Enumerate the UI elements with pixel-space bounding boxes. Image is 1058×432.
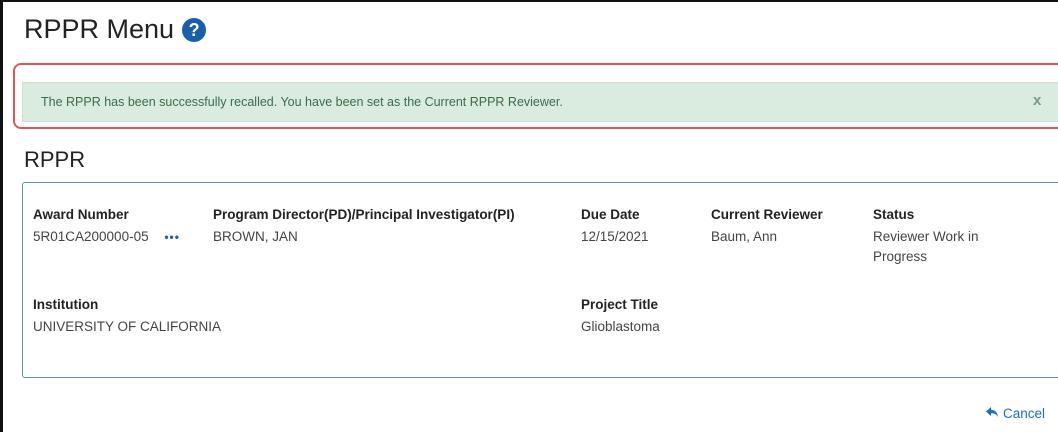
status-field: Status Reviewer Work in Progress — [873, 207, 1023, 267]
award-number-label: Award Number — [33, 207, 129, 222]
current-reviewer-field: Current Reviewer Baum, Ann — [711, 207, 823, 247]
project-title-label: Project Title — [581, 297, 659, 312]
pd-pi-field: Program Director(PD)/Principal Investiga… — [213, 207, 515, 247]
pd-pi-label: Program Director(PD)/Principal Investiga… — [213, 207, 515, 222]
due-date-field: Due Date 12/15/2021 — [581, 207, 649, 247]
due-date-value: 12/15/2021 — [581, 229, 649, 244]
pd-pi-value: BROWN, JAN — [213, 229, 298, 244]
page-title: RPPR Menu ? — [24, 14, 207, 45]
due-date-label: Due Date — [581, 207, 640, 222]
frame-top-border — [0, 0, 1058, 2]
project-title-field: Project Title Glioblastoma — [581, 297, 660, 337]
status-label: Status — [873, 207, 915, 222]
page-title-text: RPPR Menu — [24, 14, 175, 44]
current-reviewer-label: Current Reviewer — [711, 207, 823, 222]
help-icon[interactable]: ? — [182, 17, 207, 42]
cancel-link[interactable]: Cancel — [985, 405, 1045, 421]
status-value: Reviewer Work in Progress — [873, 229, 979, 264]
more-options-icon[interactable]: ••• — [164, 227, 180, 247]
project-title-value: Glioblastoma — [581, 319, 660, 334]
institution-value: UNIVERSITY OF CALIFORNIA — [33, 319, 222, 334]
frame-left-border — [0, 0, 3, 432]
institution-field: Institution UNIVERSITY OF CALIFORNIA — [33, 297, 221, 337]
reply-arrow-svg — [986, 407, 998, 417]
award-number-field: Award Number 5R01CA200000-05 ••• — [33, 207, 180, 247]
success-alert: The RPPR has been successfully recalled.… — [22, 82, 1058, 122]
award-number-value: 5R01CA200000-05 — [33, 229, 149, 244]
cancel-label: Cancel — [1003, 405, 1046, 421]
rppr-details-panel: Award Number 5R01CA200000-05 ••• Program… — [22, 182, 1058, 378]
award-number-value-row: 5R01CA200000-05 ••• — [33, 227, 180, 247]
institution-label: Institution — [33, 297, 99, 312]
reply-arrow-icon — [985, 405, 999, 421]
alert-close-button[interactable]: x — [1033, 92, 1041, 109]
current-reviewer-value: Baum, Ann — [711, 229, 778, 244]
alert-message: The RPPR has been successfully recalled.… — [41, 95, 563, 109]
section-title: RPPR — [24, 147, 86, 172]
